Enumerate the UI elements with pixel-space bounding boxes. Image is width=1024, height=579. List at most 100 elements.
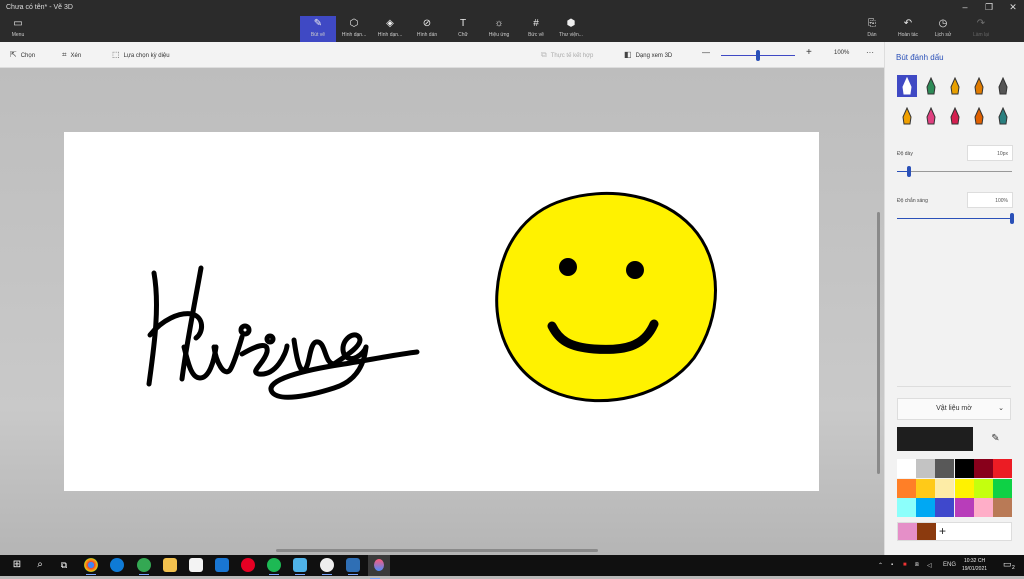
color-swatch[interactable] bbox=[973, 478, 993, 498]
tool-stickers[interactable]: ⊘ Hình dán bbox=[409, 18, 445, 42]
spray-can-icon[interactable] bbox=[969, 105, 989, 127]
paint-3d-taskbar-icon[interactable] bbox=[368, 555, 390, 579]
tray-app-icon[interactable]: ▪ bbox=[891, 562, 893, 568]
zoom-in-button[interactable]: + bbox=[806, 47, 812, 58]
photos-icon[interactable] bbox=[293, 558, 307, 575]
magic-select-button[interactable]: ⬚ Lựa chọn kỳ diệu bbox=[112, 50, 170, 59]
eyedropper-icon[interactable]: ✎ bbox=[980, 427, 1011, 451]
opacity-slider-thumb[interactable] bbox=[1010, 213, 1014, 224]
oil-brush-icon[interactable] bbox=[945, 75, 965, 97]
clock[interactable]: 10:32 CH 19/01/2021 bbox=[962, 557, 987, 573]
color-swatch[interactable] bbox=[973, 459, 993, 478]
redo-button[interactable]: ↷ Làm lại bbox=[966, 18, 996, 38]
start-icon[interactable]: ⊞ bbox=[10, 558, 24, 572]
vertical-scrollbar[interactable] bbox=[877, 212, 880, 474]
material-dropdown[interactable]: Vật liệu mờ ⌄ bbox=[897, 398, 1011, 420]
color-swatch[interactable] bbox=[973, 498, 993, 517]
tray-app-red-icon[interactable]: ■ bbox=[903, 562, 907, 568]
task-view-icon[interactable]: ⧉ bbox=[57, 558, 71, 572]
paste-button[interactable]: ⎘ Dán bbox=[857, 18, 887, 38]
color-swatch[interactable] bbox=[916, 498, 936, 517]
color-swatch[interactable] bbox=[897, 459, 916, 478]
tool-effects[interactable]: ☼ Hiệu ứng bbox=[481, 18, 517, 42]
network-icon[interactable]: ⧈ bbox=[915, 562, 919, 569]
menu-button[interactable]: ▭ Menu bbox=[6, 18, 30, 40]
chevron-up-icon[interactable]: ⌃ bbox=[878, 562, 883, 569]
pinterest-icon[interactable] bbox=[241, 558, 255, 572]
zoom-out-button[interactable]: — bbox=[702, 48, 710, 57]
thickness-slider-thumb[interactable] bbox=[906, 166, 911, 177]
chrome-icon[interactable] bbox=[84, 558, 98, 575]
current-color-swatch[interactable] bbox=[897, 427, 973, 451]
view-3d-button[interactable]: ◧ Dạng xem 3D bbox=[624, 50, 672, 59]
minimize-button[interactable]: – bbox=[958, 2, 972, 12]
fill-icon[interactable] bbox=[993, 105, 1013, 127]
color-swatch[interactable] bbox=[897, 498, 916, 517]
color-swatch[interactable] bbox=[954, 459, 974, 478]
face-circle bbox=[495, 191, 717, 403]
mail-icon[interactable] bbox=[215, 558, 229, 572]
tool-canvas[interactable]: # Bức vẽ bbox=[518, 18, 554, 42]
crayon-icon[interactable] bbox=[945, 105, 965, 127]
browser-icon[interactable] bbox=[137, 558, 151, 575]
history-button[interactable]: ◷ Lịch sử bbox=[928, 18, 958, 38]
color-swatch[interactable] bbox=[993, 478, 1012, 498]
view-3d-icon: ◧ bbox=[624, 50, 632, 59]
color-swatch[interactable] bbox=[897, 478, 916, 498]
drawing-canvas[interactable] bbox=[64, 132, 819, 491]
color-swatch[interactable] bbox=[954, 498, 974, 517]
image-viewer-icon[interactable] bbox=[346, 558, 360, 575]
more-options-button[interactable]: ··· bbox=[866, 48, 874, 57]
tool-label: Hình dán bbox=[416, 32, 438, 38]
canvas-icon: # bbox=[533, 18, 539, 29]
edge-icon[interactable] bbox=[110, 558, 124, 572]
undo-button[interactable]: ↶ Hoàn tác bbox=[893, 18, 923, 38]
volume-icon[interactable]: ◁ bbox=[927, 562, 932, 569]
color-swatch[interactable] bbox=[954, 478, 974, 498]
horizontal-scrollbar[interactable] bbox=[276, 549, 598, 552]
crop-button[interactable]: ⌗ Xén bbox=[62, 50, 81, 60]
opacity-slider[interactable] bbox=[897, 213, 1014, 224]
tool-3d-shapes[interactable]: ◈ Hình dạn... bbox=[372, 18, 408, 42]
file-explorer-icon[interactable] bbox=[163, 558, 177, 572]
calligraphy-pen-icon[interactable] bbox=[921, 75, 941, 97]
tool-text[interactable]: T Chữ bbox=[445, 18, 481, 42]
color-swatch[interactable] bbox=[935, 459, 955, 478]
mixed-reality-button[interactable]: ⧉ Thực tế kết hợp bbox=[541, 50, 593, 60]
thickness-input[interactable]: 10px bbox=[967, 145, 1013, 161]
color-swatch[interactable] bbox=[916, 459, 936, 478]
brush-panel: Bút đánh dấu Độ dày 10px Độ chắn sáng 10… bbox=[884, 42, 1024, 555]
menu-label: Menu bbox=[11, 32, 25, 38]
zoom-slider-thumb[interactable] bbox=[756, 50, 760, 61]
messenger-icon[interactable] bbox=[320, 558, 334, 575]
tool-brush[interactable]: ✎ Bút vẽ bbox=[300, 16, 336, 42]
custom-color-swatch[interactable] bbox=[898, 523, 917, 540]
language-indicator[interactable]: ENG bbox=[943, 562, 956, 568]
window-title: Chưa có tên* - Vẽ 3D bbox=[6, 4, 73, 11]
thickness-slider[interactable] bbox=[897, 166, 1012, 177]
maximize-button[interactable]: ❐ bbox=[982, 2, 996, 13]
add-color-button[interactable]: + bbox=[939, 523, 946, 540]
magic-select-icon: ⬚ bbox=[112, 50, 120, 59]
marker-brush-icon[interactable] bbox=[897, 75, 917, 97]
notification-icon[interactable]: ▭ bbox=[1003, 559, 1012, 570]
close-button[interactable]: ✕ bbox=[1006, 2, 1020, 13]
spotify-icon[interactable] bbox=[267, 558, 281, 575]
watercolor-icon[interactable] bbox=[969, 75, 989, 97]
color-swatch[interactable] bbox=[993, 498, 1012, 517]
color-swatch[interactable] bbox=[935, 478, 955, 498]
color-swatch[interactable] bbox=[916, 478, 936, 498]
color-swatch[interactable] bbox=[993, 459, 1012, 478]
search-icon[interactable]: ⌕ bbox=[33, 558, 47, 572]
pencil-icon[interactable] bbox=[897, 105, 917, 127]
custom-color-swatch[interactable] bbox=[917, 523, 936, 540]
tool-2d-shapes[interactable]: ⬡ Hình dạn... bbox=[336, 18, 372, 42]
eraser-icon[interactable] bbox=[921, 105, 941, 127]
panel-title: Bút đánh dấu bbox=[896, 53, 944, 62]
select-button[interactable]: ⇱ Chọn bbox=[10, 50, 35, 59]
color-swatch[interactable] bbox=[935, 498, 955, 517]
opacity-input[interactable]: 100% bbox=[967, 192, 1013, 208]
pixel-pen-icon[interactable] bbox=[993, 75, 1013, 97]
store-icon[interactable] bbox=[189, 558, 203, 572]
tool-3d-library[interactable]: ⬢ Thư viện... bbox=[553, 18, 589, 42]
